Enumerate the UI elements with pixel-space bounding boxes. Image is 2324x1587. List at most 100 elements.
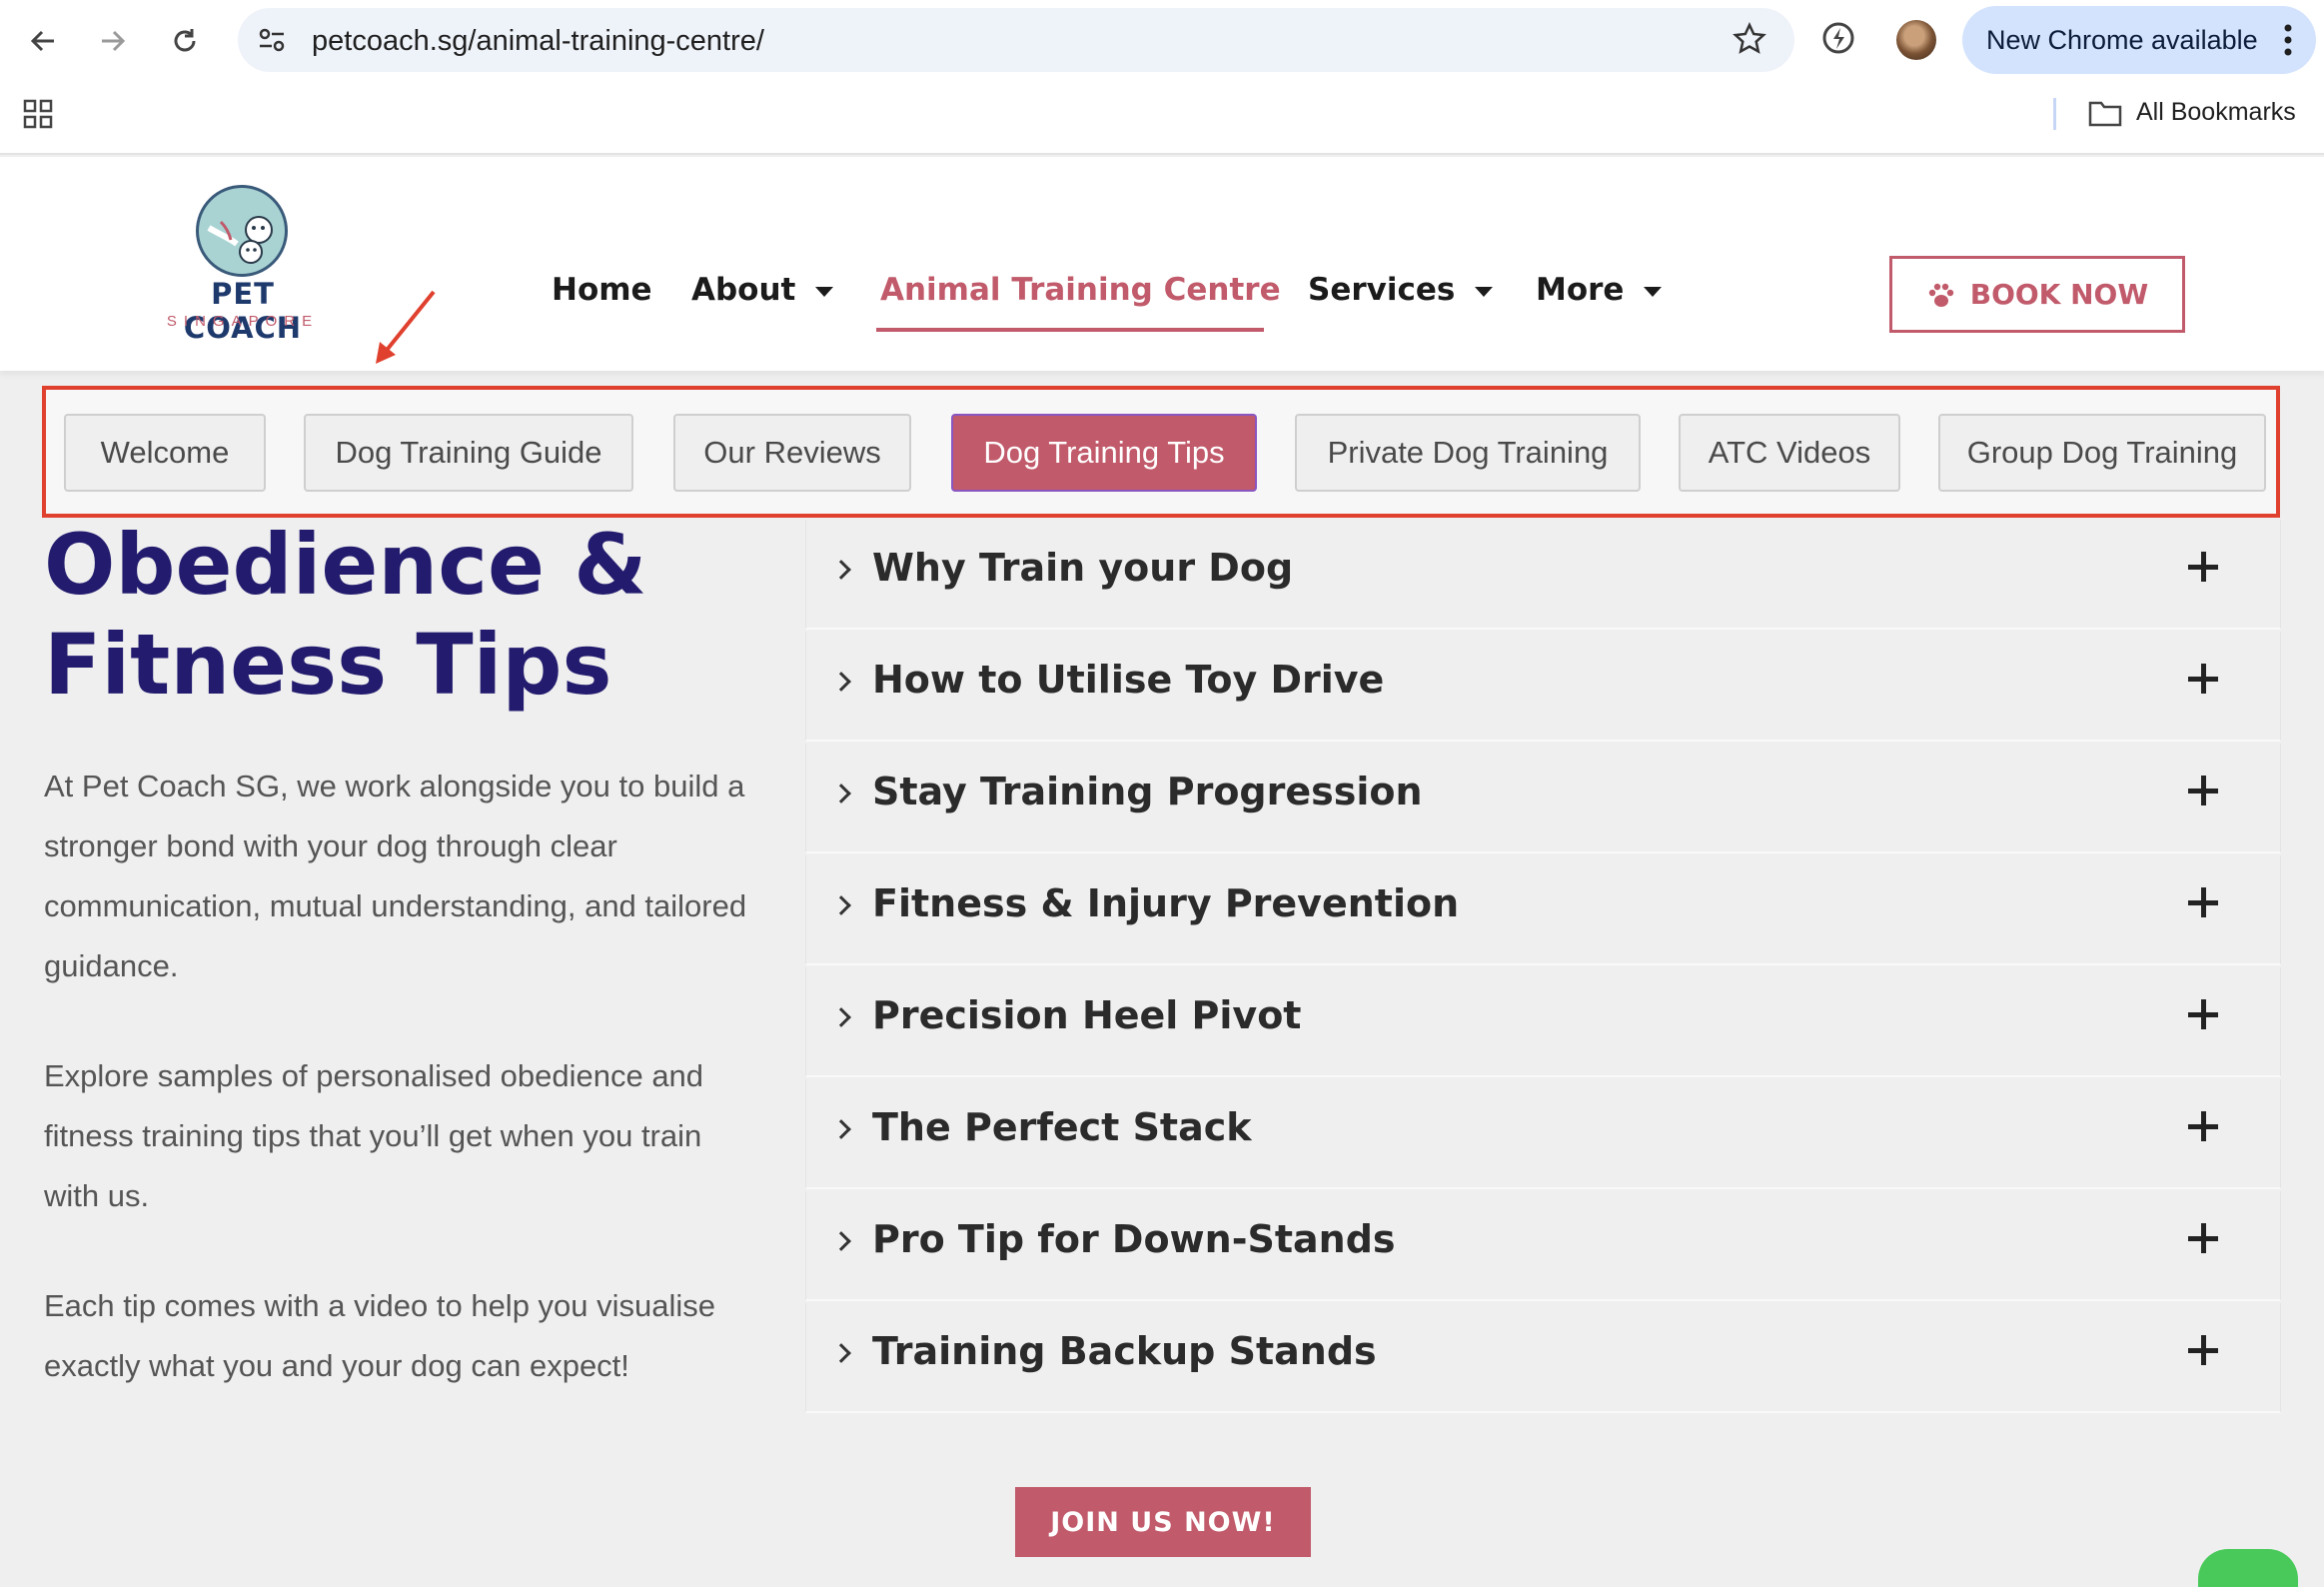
tips-accordion: Why Train your Dog How to Utilise Toy Dr… <box>805 520 2281 1415</box>
page-title-line-1: Obedience & <box>44 516 647 614</box>
paw-icon <box>1928 283 1953 307</box>
accordion-title: The Perfect Stack <box>872 1105 1252 1149</box>
nav-about-label: About <box>691 272 796 308</box>
plus-icon <box>2188 1335 2218 1365</box>
extension-icon[interactable] <box>1816 16 1860 60</box>
annotation-arrow-icon <box>376 290 436 364</box>
bookmark-star-icon[interactable] <box>1733 22 1766 56</box>
accordion-title: Training Backup Stands <box>872 1329 1377 1373</box>
tab-our-reviews[interactable]: Our Reviews <box>673 414 911 492</box>
page-title: Obedience & Fitness Tips <box>44 515 763 715</box>
logo-subtitle: SINGAPORE <box>166 313 320 330</box>
sub-tabs-bar: Welcome Dog Training Guide Our Reviews D… <box>42 386 2280 518</box>
plus-icon <box>2188 552 2218 582</box>
caret-down-icon <box>1644 287 1663 297</box>
dog-illustration-icon <box>207 216 273 264</box>
caret-down-icon <box>815 287 834 297</box>
book-now-button[interactable]: BOOK NOW <box>1889 256 2185 333</box>
page-title-line-2: Fitness Tips <box>44 616 612 714</box>
chevron-right-icon <box>831 1343 851 1363</box>
site-header: PET COACH SINGAPORE Home About Animal Tr… <box>0 157 2324 371</box>
accordion-item[interactable]: Pro Tip for Down-Stands <box>805 1191 2281 1301</box>
all-bookmarks-button[interactable]: All Bookmarks <box>2088 98 2296 127</box>
plus-icon <box>2188 1111 2218 1141</box>
tab-label: Welcome <box>100 435 230 470</box>
plus-icon <box>2188 664 2218 694</box>
address-bar[interactable]: petcoach.sg/animal-training-centre/ <box>238 8 1794 72</box>
tab-private-dog-training[interactable]: Private Dog Training <box>1295 414 1641 492</box>
tab-group-dog-training[interactable]: Group Dog Training <box>1938 414 2266 492</box>
tab-label: Private Dog Training <box>1327 435 1609 470</box>
accordion-item[interactable]: How to Utilise Toy Drive <box>805 632 2281 742</box>
nav-home-label: Home <box>552 272 652 308</box>
accordion-item[interactable]: Stay Training Progression <box>805 744 2281 853</box>
kebab-menu-icon[interactable] <box>2282 22 2294 58</box>
tab-atc-videos[interactable]: ATC Videos <box>1679 414 1900 492</box>
site-settings-icon[interactable] <box>256 24 288 56</box>
nav-about[interactable]: About <box>691 272 834 308</box>
active-nav-underline <box>876 328 1264 332</box>
url-text[interactable]: petcoach.sg/animal-training-centre/ <box>312 25 764 58</box>
video-paragraph: Each tip comes with a video to help you … <box>44 1288 716 1383</box>
accordion-title: Pro Tip for Down-Stands <box>872 1217 1396 1261</box>
chevron-right-icon <box>831 784 851 803</box>
accordion-title: Precision Heel Pivot <box>872 993 1302 1037</box>
accordion-title: Fitness & Injury Prevention <box>872 881 1460 925</box>
apps-grid-icon[interactable] <box>22 98 54 130</box>
nav-home[interactable]: Home <box>552 272 652 308</box>
accordion-item[interactable]: Precision Heel Pivot <box>805 967 2281 1077</box>
caret-down-icon <box>1475 287 1494 297</box>
forward-arrow-icon <box>102 30 126 52</box>
accordion-title: How to Utilise Toy Drive <box>872 658 1385 702</box>
chevron-right-icon <box>831 1231 851 1251</box>
nav-more[interactable]: More <box>1536 272 1663 308</box>
url-host: petcoach.sg <box>312 25 469 57</box>
bookmarks-separator <box>2053 98 2056 130</box>
chrome-update-button[interactable]: New Chrome available <box>1962 6 2316 74</box>
plus-icon <box>2188 887 2218 917</box>
url-path: /animal-training-centre/ <box>468 25 764 57</box>
accordion-item[interactable]: The Perfect Stack <box>805 1079 2281 1189</box>
join-us-label: JOIN US NOW! <box>1050 1506 1276 1538</box>
nav-services[interactable]: Services <box>1308 272 1494 308</box>
tab-label: Dog Training Guide <box>335 435 602 470</box>
explore-paragraph: Explore samples of personalised obedienc… <box>44 1058 704 1213</box>
tab-label: Dog Training Tips <box>983 435 1225 470</box>
book-now-label: BOOK NOW <box>1969 278 2149 311</box>
intro-paragraph: At Pet Coach SG, we work alongside you t… <box>44 769 747 983</box>
chevron-right-icon <box>831 672 851 692</box>
chevron-right-icon <box>831 1007 851 1027</box>
chevron-right-icon <box>831 895 851 915</box>
pet-coach-logo[interactable]: PET COACH SINGAPORE <box>148 185 338 345</box>
browser-toolbar: petcoach.sg/animal-training-centre/ New … <box>0 0 2324 155</box>
accordion-item[interactable]: Why Train your Dog <box>805 520 2281 630</box>
nav-atc-label: Animal Training Centre <box>880 272 1281 308</box>
logo-emblem <box>196 185 288 277</box>
reload-button[interactable] <box>158 14 212 68</box>
plus-icon <box>2188 999 2218 1029</box>
nav-services-label: Services <box>1308 272 1456 308</box>
all-bookmarks-label: All Bookmarks <box>2136 98 2296 126</box>
chevron-right-icon <box>831 1119 851 1139</box>
nav-more-label: More <box>1536 272 1625 308</box>
accordion-title: Why Train your Dog <box>872 546 1294 590</box>
back-arrow-icon <box>30 30 54 52</box>
tab-label: Group Dog Training <box>1966 435 2238 470</box>
tab-welcome[interactable]: Welcome <box>64 414 266 492</box>
nav-animal-training-centre[interactable]: Animal Training Centre <box>880 272 1281 308</box>
accordion-title: Stay Training Progression <box>872 770 1423 813</box>
chrome-update-label: New Chrome available <box>1986 24 2258 55</box>
tab-dog-training-guide[interactable]: Dog Training Guide <box>304 414 633 492</box>
plus-icon <box>2188 776 2218 805</box>
join-us-button[interactable]: JOIN US NOW! <box>1015 1487 1311 1557</box>
whatsapp-chat-icon[interactable] <box>2198 1549 2298 1587</box>
reload-icon <box>174 29 196 52</box>
back-button[interactable] <box>16 14 70 68</box>
accordion-item[interactable]: Training Backup Stands <box>805 1303 2281 1413</box>
chevron-right-icon <box>831 560 851 580</box>
tab-dog-training-tips[interactable]: Dog Training Tips <box>951 414 1257 492</box>
accordion-item[interactable]: Fitness & Injury Prevention <box>805 855 2281 965</box>
logo-name: PET COACH <box>183 277 303 345</box>
forward-button[interactable] <box>86 14 140 68</box>
profile-avatar[interactable] <box>1896 20 1936 60</box>
